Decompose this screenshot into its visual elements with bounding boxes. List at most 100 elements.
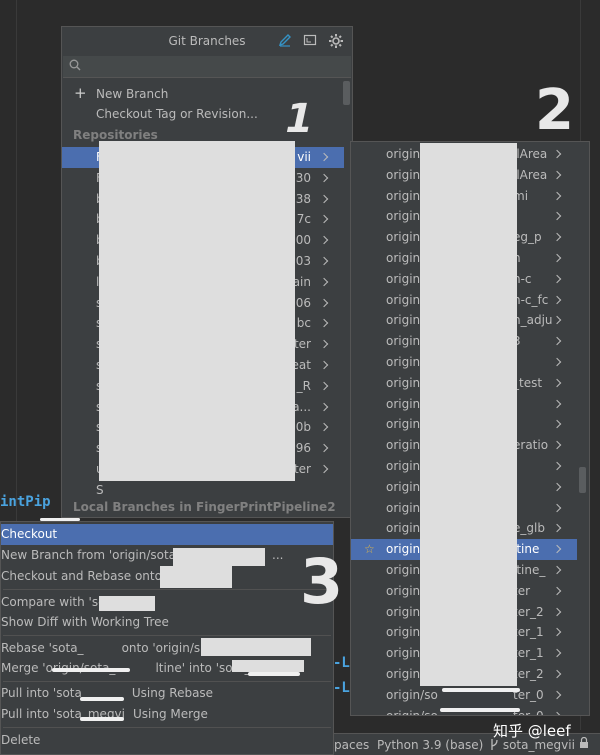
remote-branch-suffix: llArea [513, 147, 548, 161]
compare-menu-item[interactable]: Compare with 'sc [1, 592, 333, 613]
chevron-right-icon [554, 581, 562, 602]
remote-branch-prefix: origin [386, 334, 421, 349]
annotation-stroke [40, 518, 80, 521]
chevron-right-icon [554, 186, 562, 207]
delete-menu-item[interactable]: Delete [1, 730, 333, 751]
popup-scrollbar[interactable] [343, 81, 350, 105]
remote-branch-prefix: origin [386, 438, 421, 453]
remote-branch-prefix: origin [386, 167, 421, 182]
chevron-right-icon [554, 165, 562, 186]
redaction-block [232, 660, 304, 672]
new-branch-label: New Branch [96, 87, 169, 101]
pull-rebase-label-b: Using Rebase [131, 686, 214, 700]
repository-item-tail: 38 [295, 191, 311, 206]
chevron-right-icon [554, 290, 562, 311]
status-interpreter[interactable]: Python 3.9 (base) [377, 734, 483, 755]
annotation-stroke [80, 697, 124, 701]
remote-branch-prefix: origin [386, 375, 421, 390]
repository-item-tail: 06 [295, 295, 311, 310]
search-icon [69, 59, 81, 71]
plus-icon: + [74, 84, 87, 102]
repository-item-tail: bc [296, 316, 311, 331]
repository-item-tail: 96 [295, 441, 311, 456]
remote-branch-prefix: origin/so [386, 687, 438, 702]
chevron-right-icon [554, 602, 562, 623]
local-branches-section-label: Local Branches in FingerPrintPipeline2 [73, 500, 336, 514]
repository-item[interactable]: S [62, 480, 344, 501]
chevron-right-icon [321, 189, 329, 210]
remote-branch-prefix: origin [386, 209, 421, 224]
pull-rebase-label-a: Pull into 'sota_ [1, 686, 88, 700]
chevron-right-icon [554, 685, 562, 706]
chevron-right-icon [321, 147, 329, 168]
remote-branch-suffix: ter_1 [513, 625, 544, 640]
new-branch-action[interactable]: + New Branch [74, 83, 168, 104]
annotation-stroke [442, 688, 520, 692]
chevron-right-icon [554, 664, 562, 685]
new-branch-from-tail: ... [272, 548, 284, 562]
chevron-right-icon [554, 414, 562, 435]
chevron-right-icon [321, 293, 329, 314]
chevron-right-icon [321, 168, 329, 189]
annotation-stroke [440, 708, 520, 712]
chevron-right-icon [554, 477, 562, 498]
checkout-rebase-label: Checkout and Rebase onto [1, 569, 162, 583]
rebase-label-a: Rebase 'sota_ [1, 641, 84, 655]
delete-label: Delete [1, 733, 41, 747]
repository-item-tail: vii [297, 150, 311, 164]
gear-icon[interactable] [328, 33, 344, 49]
menu-separator [3, 635, 331, 636]
remote-branch-suffix: n_adju [513, 313, 553, 328]
remote-branch-prefix: origin/so [386, 708, 438, 716]
checkout-tag-action[interactable]: Checkout Tag or Revision... [96, 104, 258, 125]
branch-search-input[interactable] [63, 56, 351, 78]
chevron-right-icon [554, 706, 562, 715]
remote-branch-suffix: e_glb [513, 521, 545, 536]
annotation-stroke [80, 717, 124, 721]
chevron-right-icon [321, 313, 329, 334]
chevron-right-icon [554, 435, 562, 456]
remote-branch-suffix: n-c_fc [513, 292, 549, 307]
chevron-right-icon [554, 560, 562, 581]
menu-separator [3, 727, 331, 728]
compare-label: Compare with 'sc [1, 595, 105, 609]
pull-merge-menu-item[interactable]: Pull into 'sota_megvi Using Merge [1, 704, 333, 725]
remote-branch-prefix: origin [386, 355, 421, 369]
redaction-block [99, 141, 295, 481]
fullscreen-icon[interactable] [302, 33, 318, 49]
chevron-right-icon [554, 518, 562, 539]
remote-branch-prefix: origin [386, 292, 421, 307]
show-diff-menu-item[interactable]: Show Diff with Working Tree [1, 612, 333, 633]
editor-code-fragment: intPip [0, 494, 51, 510]
redaction-block [201, 638, 311, 656]
pull-rebase-menu-item[interactable]: Pull into 'sota_ Using Rebase [1, 683, 333, 704]
repository-item-tail: ter [293, 462, 311, 476]
pencil-icon[interactable] [277, 33, 293, 49]
checkout-menu-item[interactable]: Checkout [1, 524, 333, 545]
chevron-right-icon [321, 230, 329, 251]
remote-branch-suffix: _test [513, 375, 543, 390]
chevron-right-icon [554, 394, 562, 415]
chevron-right-icon [554, 331, 562, 352]
remote-branch-suffix: ter_2 [513, 667, 544, 681]
repository-item-tail: ter [293, 337, 311, 352]
repositories-section-label: Repositories [73, 128, 158, 142]
new-branch-from-label: New Branch from 'origin/sota [1, 548, 177, 562]
chevron-right-icon [554, 643, 562, 664]
chevron-right-icon [554, 248, 562, 269]
remote-branch-prefix: origin [386, 396, 421, 411]
chevron-right-icon [554, 144, 562, 165]
chevron-right-icon [554, 227, 562, 248]
submenu-scrollbar[interactable] [579, 467, 586, 493]
chevron-right-icon [554, 539, 562, 560]
chevron-right-icon [321, 334, 329, 355]
watermark: 知乎 @leef [493, 722, 571, 740]
remote-branch-prefix: origin [386, 625, 421, 640]
lock-icon[interactable] [579, 734, 589, 755]
repository-item-tail: 30 [295, 170, 311, 185]
menu-separator [3, 589, 331, 590]
new-branch-from-menu-item[interactable]: New Branch from 'origin/sota... [1, 545, 333, 566]
status-indent[interactable]: paces [334, 734, 369, 755]
repository-item-tail: 03 [295, 254, 311, 268]
remote-branch-prefix: origin [386, 604, 421, 619]
